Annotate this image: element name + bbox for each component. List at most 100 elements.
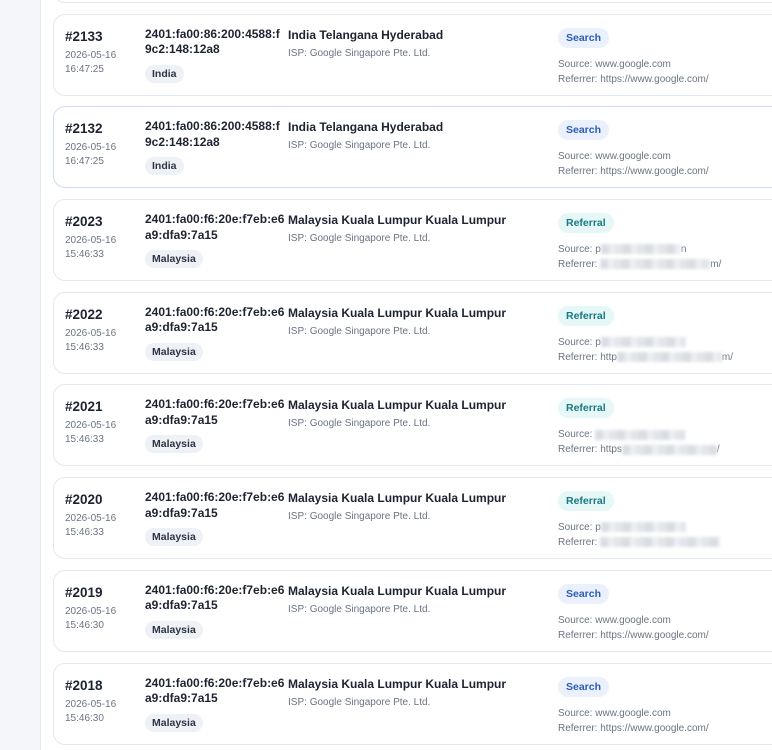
- redacted-block: [621, 444, 717, 455]
- visitor-location: Malaysia Kuala Lumpur Kuala Lumpur: [288, 213, 507, 228]
- visit-id-column: #2018 2026-05-16 15:46:30: [65, 678, 145, 726]
- redacted-block: [600, 259, 711, 270]
- referrer-prefix: Referrer:: [558, 537, 601, 549]
- visitor-ip: 2401:fa00:86:200:4588:f9c2:148:12a8: [145, 26, 280, 57]
- visitor-ip: 2401:fa00:f6:20e:f7eb:e6a9:dfa9:7a15: [145, 675, 285, 706]
- visit-card[interactable]: #2132 2026-05-16 16:47:25 2401:fa00:86:2…: [53, 106, 772, 189]
- visit-id: #2022: [65, 306, 103, 322]
- visit-log-panel: #2134 #2133 2026-05-16 16:47:25 2401:fa0…: [41, 0, 772, 750]
- referrer-prefix: Referrer:: [558, 722, 601, 734]
- visit-id: #2018: [65, 677, 103, 693]
- visit-time: 16:47:25: [65, 63, 104, 75]
- visit-card[interactable]: #2023 2026-05-16 15:46:33 2401:fa00:f6:2…: [53, 199, 772, 282]
- redacted-block: [600, 244, 681, 255]
- source-type-badge: Search: [558, 27, 610, 48]
- source-type-badge: Search: [558, 120, 610, 141]
- source-prefix: Source:: [558, 58, 596, 70]
- visit-time: 15:46:33: [65, 527, 104, 539]
- visitor-location: Malaysia Kuala Lumpur Kuala Lumpur: [288, 676, 507, 691]
- isp-value: Google Singapore Pte. Ltd.: [309, 418, 431, 430]
- referrer-link[interactable]: https://www.google.com/: [600, 74, 708, 85]
- referrer-link[interactable]: http: [600, 352, 617, 363]
- visitor-location: India Telangana Hyderabad: [288, 27, 444, 42]
- source-type-badge: Search: [558, 676, 610, 697]
- referrer-link[interactable]: https://www.google.com/: [600, 723, 708, 734]
- source-type-badge: Referral: [558, 213, 614, 234]
- isp-prefix: ISP:: [288, 233, 310, 245]
- isp-prefix: ISP:: [288, 47, 310, 59]
- isp-prefix: ISP:: [288, 696, 310, 708]
- visit-card[interactable]: #2133 2026-05-16 16:47:25 2401:fa00:86:2…: [53, 13, 772, 96]
- source-info: Source: p Referrer: http m/: [558, 335, 733, 365]
- visit-id-column: #2132 2026-05-16 16:47:25: [65, 121, 145, 169]
- referrer-prefix: Referrer:: [558, 166, 601, 178]
- visitor-isp: ISP: Google Singapore Pte. Ltd.: [288, 139, 430, 153]
- visitor-ip: 2401:fa00:86:200:4588:f9c2:148:12a8: [145, 119, 280, 149]
- visitor-isp: ISP: Google Singapore Pte. Ltd.: [288, 603, 430, 617]
- referrer-prefix: Referrer:: [558, 629, 601, 641]
- redacted-block: [600, 537, 721, 548]
- visit-list: #2134 #2133 2026-05-16 16:47:25 2401:fa0…: [53, 0, 772, 750]
- visit-id-column: #2133 2026-05-16 16:47:25: [65, 29, 145, 77]
- country-tag: Malaysia: [145, 435, 203, 454]
- source-info: Source: p Referrer:: [558, 520, 721, 550]
- referrer-line: Referrer: m/: [558, 257, 721, 272]
- visit-id: #2020: [65, 492, 103, 508]
- isp-prefix: ISP:: [288, 140, 310, 152]
- country-tag: India: [145, 64, 184, 83]
- referrer-tail: m/: [721, 351, 734, 363]
- country-tag: Malaysia: [145, 620, 203, 639]
- isp-value: Google Singapore Pte. Ltd.: [309, 47, 431, 59]
- redacted-block: [600, 522, 686, 533]
- visit-timestamp: 2026-05-16 16:47:25: [65, 141, 145, 169]
- isp-prefix: ISP:: [288, 511, 310, 523]
- visit-card[interactable]: #2134: [53, 0, 772, 3]
- visit-card[interactable]: #2022 2026-05-16 15:46:33 2401:fa00:f6:2…: [53, 291, 772, 374]
- isp-value: Google Singapore Pte. Ltd.: [309, 140, 431, 152]
- referrer-link[interactable]: https://www.google.com/: [600, 630, 708, 641]
- source-value: www.google.com: [595, 151, 671, 163]
- source-prefix: Source:: [558, 707, 596, 719]
- visit-date: 2026-05-16: [65, 698, 117, 710]
- visit-id-column: #2019 2026-05-16 15:46:30: [65, 585, 145, 633]
- visitor-location: Malaysia Kuala Lumpur Kuala Lumpur: [288, 583, 507, 598]
- visit-card[interactable]: #2019 2026-05-16 15:46:30 2401:fa00:f6:2…: [53, 569, 772, 652]
- visit-id: #2019: [65, 584, 103, 600]
- source-line: Source:: [558, 427, 720, 442]
- visit-id-column: #2022 2026-05-16 15:46:33: [65, 307, 145, 355]
- visitor-ip: 2401:fa00:f6:20e:f7eb:e6a9:dfa9:7a15: [145, 212, 285, 242]
- visitor-isp: ISP: Google Singapore Pte. Ltd.: [288, 510, 430, 524]
- visitor-ip: 2401:fa00:f6:20e:f7eb:e6a9:dfa9:7a15: [145, 397, 285, 427]
- visit-id-column: #2020 2026-05-16 15:46:33: [65, 492, 145, 540]
- referrer-tail: m/: [710, 259, 722, 271]
- source-info: Source: www.google.com Referrer: https:/…: [558, 57, 709, 87]
- visit-time: 16:47:25: [65, 156, 104, 168]
- visitor-isp: ISP: Google Singapore Pte. Ltd.: [288, 417, 430, 431]
- source-type-badge: Referral: [558, 305, 614, 326]
- visit-time: 15:46:33: [65, 434, 104, 446]
- visitor-location: Malaysia Kuala Lumpur Kuala Lumpur: [288, 305, 507, 320]
- isp-prefix: ISP:: [288, 603, 310, 615]
- source-value: www.google.com: [595, 58, 671, 70]
- source-prefix: Source:: [558, 336, 596, 348]
- visit-time: 15:46:30: [65, 712, 104, 724]
- referrer-link[interactable]: https://www.google.com/: [600, 166, 708, 177]
- isp-value: Google Singapore Pte. Ltd.: [309, 696, 431, 708]
- visitor-isp: ISP: Google Singapore Pte. Ltd.: [288, 325, 430, 339]
- visit-timestamp: 2026-05-16 15:46:30: [65, 698, 145, 726]
- source-type-badge: Referral: [558, 491, 614, 512]
- source-value: www.google.com: [595, 707, 671, 719]
- visit-id: #2023: [65, 214, 103, 230]
- visit-card[interactable]: #2018 2026-05-16 15:46:30 2401:fa00:f6:2…: [53, 662, 772, 745]
- source-prefix: Source:: [558, 244, 596, 256]
- visit-card[interactable]: #2020 2026-05-16 15:46:33 2401:fa00:f6:2…: [53, 477, 772, 560]
- source-info: Source: www.google.com Referrer: https:/…: [558, 613, 709, 643]
- referrer-link[interactable]: https: [600, 444, 622, 455]
- visit-card[interactable]: #2021 2026-05-16 15:46:33 2401:fa00:f6:2…: [53, 384, 772, 467]
- source-line: Source: www.google.com: [558, 57, 709, 72]
- visit-id: #2132: [65, 121, 103, 137]
- source-line: Source: www.google.com: [558, 613, 709, 628]
- referrer-line: Referrer:: [558, 535, 721, 550]
- visit-timestamp: 2026-05-16 15:46:33: [65, 419, 145, 447]
- referrer-line: Referrer: https://www.google.com/: [558, 164, 709, 179]
